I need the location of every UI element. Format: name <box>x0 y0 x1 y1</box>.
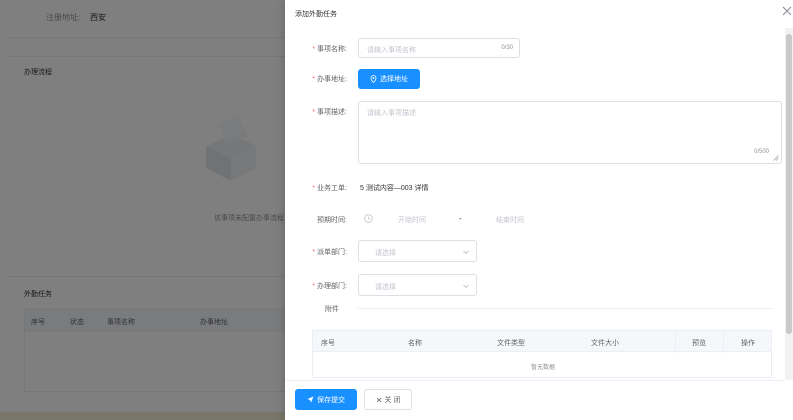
th-name: 名称 <box>408 340 422 347</box>
task-name-counter: 0/30 <box>501 45 513 51</box>
th-file-size: 文件大小 <box>591 340 619 347</box>
task-name-input[interactable]: 请输入事项名称 0/30 <box>358 38 520 58</box>
handle-dept-select[interactable]: 请选择 <box>358 274 477 296</box>
deadline-separator: - <box>459 214 462 223</box>
task-name-placeholder: 请输入事项名称 <box>367 47 416 54</box>
description-placeholder: 请输入事项描述 <box>367 110 416 117</box>
deadline-end-placeholder[interactable]: 结束时间 <box>496 215 524 225</box>
description-counter: 0/500 <box>753 149 769 155</box>
save-submit-label: 保存提交 <box>317 396 345 404</box>
close-icon <box>376 397 381 402</box>
table-empty-text: 暂无数据 <box>530 365 556 371</box>
deadline-label: 预期时间: <box>317 217 347 224</box>
th-actions: 操作 <box>741 340 755 347</box>
clock-icon <box>364 214 373 223</box>
address-label: * 办事地址: <box>312 76 347 83</box>
th-file-type: 文件类型 <box>497 340 525 347</box>
deadline-range-picker[interactable]: 开始时间 - 结束时间 <box>358 209 576 229</box>
attachment-label: 附件 <box>325 306 339 313</box>
scrollbar-thumb[interactable] <box>786 34 792 334</box>
dispatch-dept-label: * 派单部门: <box>312 249 347 256</box>
chevron-down-icon <box>463 250 469 255</box>
th-divider <box>723 331 724 353</box>
name-label: * 事项名称: <box>312 46 347 53</box>
description-label: * 事项描述: <box>312 109 347 116</box>
dispatch-dept-placeholder: 请选择 <box>375 250 396 257</box>
drawer-title: 添加外勤任务 <box>295 11 337 18</box>
location-icon <box>370 75 377 83</box>
attachment-table-body: 暂无数据 <box>312 352 772 378</box>
th-index: 序号 <box>321 340 335 347</box>
attachment-table-header: 序号 名称 文件类型 文件大小 预览 操作 <box>312 330 772 353</box>
send-icon <box>307 396 314 403</box>
attachment-divider <box>358 308 772 309</box>
handle-dept-placeholder: 请选择 <box>375 284 396 291</box>
close-icon[interactable] <box>781 5 793 17</box>
close-button-label: 关 闭 <box>384 396 401 404</box>
drawer-footer: 保存提交 关 闭 <box>285 380 785 420</box>
deadline-start-placeholder[interactable]: 开始时间 <box>398 215 426 225</box>
dispatch-dept-select[interactable]: 请选择 <box>358 240 477 262</box>
select-address-label: 选择地址 <box>380 76 408 83</box>
work-order-label: * 业务工单: <box>312 185 347 192</box>
handle-dept-label: * 办理部门: <box>312 283 347 290</box>
add-task-drawer: 添加外勤任务 * 事项名称: 请输入事项名称 0/30 * 办事地址: 选择地址 *… <box>285 0 793 420</box>
close-button[interactable]: 关 闭 <box>364 389 412 410</box>
resize-handle-icon[interactable] <box>773 155 779 161</box>
chevron-down-icon <box>463 284 469 289</box>
th-divider <box>675 331 676 353</box>
th-preview: 预览 <box>692 340 706 347</box>
drawer-scrollbar[interactable] <box>785 28 793 380</box>
select-address-button[interactable]: 选择地址 <box>358 69 420 89</box>
save-submit-button[interactable]: 保存提交 <box>295 389 357 410</box>
work-order-value[interactable]: 5 测试内容—003 详情 <box>360 183 428 193</box>
drawer-header: 添加外勤任务 <box>285 0 785 28</box>
description-textarea[interactable]: 请输入事项描述 0/500 <box>358 101 782 164</box>
